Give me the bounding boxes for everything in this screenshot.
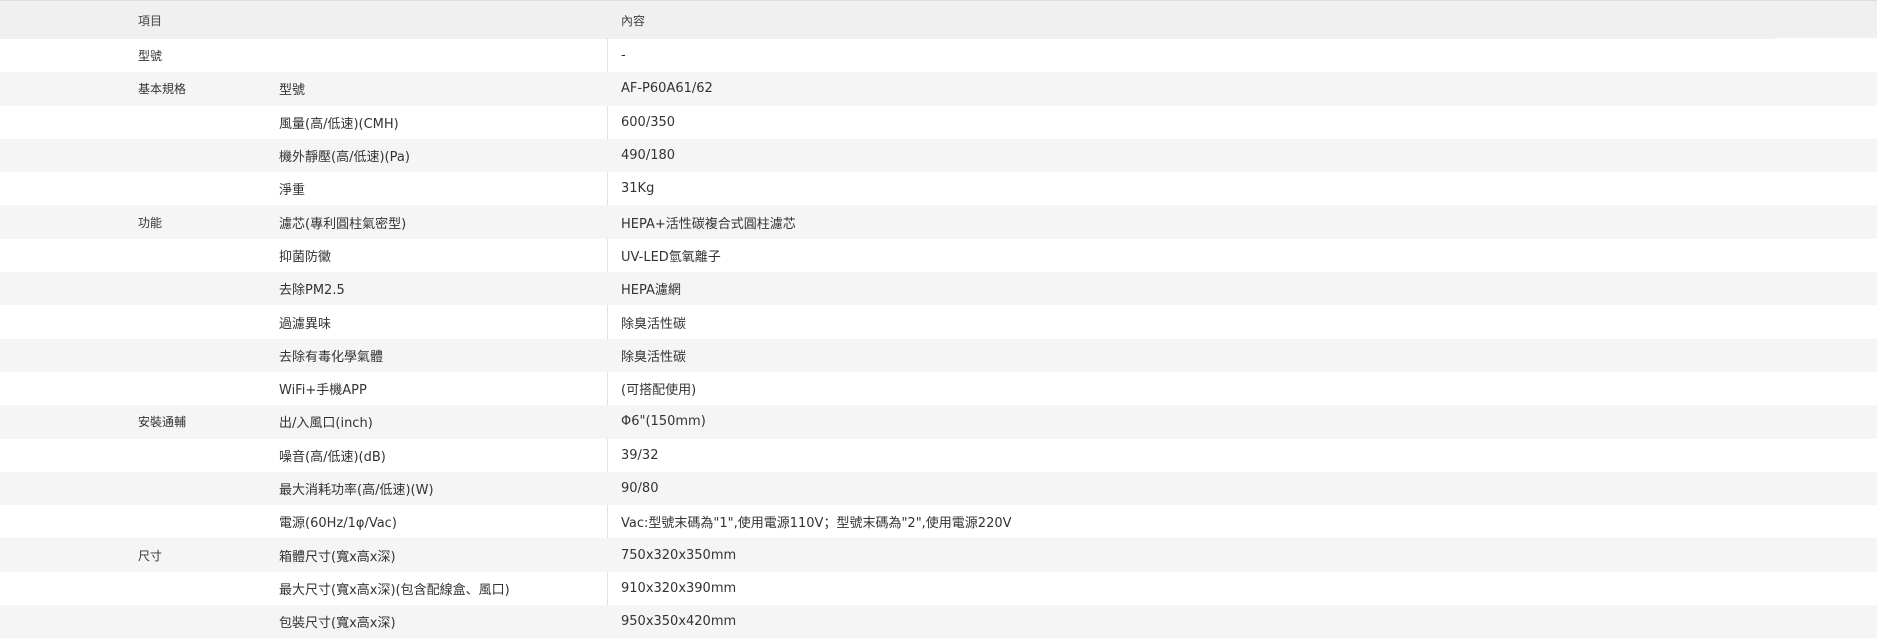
table-row: 去除PM2.5 HEPA濾網 <box>0 272 1877 306</box>
table-row: 風量(高/低速)(CMH) 600/350 <box>0 106 1877 139</box>
table-row: 最大尺寸(寬x高x深)(包含配線盒、風口) 910x320x390mm <box>0 572 1877 605</box>
table-row: 過濾異味 除臭活性碳 <box>0 305 1877 338</box>
row-value: 950x350x420mm <box>621 614 737 630</box>
table-row: 去除有毒化學氣體 除臭活性碳 <box>0 338 1877 372</box>
row-item: 機外靜壓(高/低速)(Pa) <box>279 150 410 166</box>
row-value: 600/350 <box>621 114 676 130</box>
header-item: 項目 <box>138 13 163 28</box>
row-item: 淨重 <box>279 183 306 199</box>
row-value: Φ6"(150mm) <box>621 414 706 430</box>
table-row: 基本規格 型號 AF-P60A61/62 <box>0 72 1877 106</box>
table-row: 功能 濾芯(專利圓柱氣密型) HEPA+活性碳複合式圓柱濾芯 <box>0 205 1877 239</box>
row-value: 910x320x390mm <box>621 580 737 596</box>
row-value: 90/80 <box>621 481 659 496</box>
row-category: 型號 <box>138 49 163 64</box>
row-value: - <box>621 48 626 64</box>
row-item: 箱體尺寸(寬x高x深) <box>279 549 396 565</box>
row-item: 過濾異味 <box>279 316 332 332</box>
table-row: 噪音(高/低速)(dB) 39/32 <box>0 439 1877 472</box>
row-value: 除臭活性碳 <box>621 316 687 332</box>
row-value: 490/180 <box>621 148 676 164</box>
table-row: 抑菌防黴 UV-LED氫氧離子 <box>0 239 1877 272</box>
table-row: 尺寸 箱體尺寸(寬x高x深) 750x320x350mm <box>0 538 1877 572</box>
row-item: 最大消耗功率(高/低速)(W) <box>279 483 434 498</box>
row-value: (可搭配使用) <box>621 383 697 399</box>
row-item: 抑菌防黴 <box>279 249 332 265</box>
row-item: 濾芯(專利圓柱氣密型) <box>279 216 407 232</box>
spec-table: 項目 內容 型號 - 基本規格 型號 AF-P60A61/62 風量(高/低速)(CMH)… <box>0 0 1877 638</box>
row-value: 除臭活性碳 <box>621 349 687 365</box>
row-item: 噪音(高/低速)(dB) <box>279 449 386 465</box>
table-row: WiFi+手機APP (可搭配使用) <box>0 372 1877 405</box>
row-category: 功能 <box>138 215 163 230</box>
row-item: 電源(60Hz/1φ/Vac) <box>279 516 397 532</box>
header-content: 內容 <box>621 13 646 28</box>
row-value: Vac:型號末碼為"1",使用電源110V；型號末碼為"2",使用電源220V <box>621 516 1012 532</box>
table-body: 型號 - 基本規格 型號 AF-P60A61/62 風量(高/低速)(CMH) 600/35… <box>0 39 1877 638</box>
row-value: HEPA+活性碳複合式圓柱濾芯 <box>621 216 796 232</box>
table-row: 型號 - <box>0 39 1877 72</box>
row-item: 型號 <box>279 83 306 99</box>
row-item: 風量(高/低速)(CMH) <box>279 116 399 132</box>
row-value: 39/32 <box>621 447 659 463</box>
table-row: 淨重 31Kg <box>0 172 1877 205</box>
table-row: 包裝尺寸(寬x高x深) 950x350x420mm <box>0 605 1877 638</box>
row-category: 安裝通輔 <box>138 415 187 430</box>
row-value: UV-LED氫氧離子 <box>621 249 721 265</box>
table-row: 機外靜壓(高/低速)(Pa) 490/180 <box>0 138 1877 173</box>
row-item: WiFi+手機APP <box>279 383 367 399</box>
table-row: 安裝通輔 出/入風口(inch) Φ6"(150mm) <box>0 405 1877 439</box>
table-row: 電源(60Hz/1φ/Vac) Vac:型號末碼為"1",使用電源110V；型號末… <box>0 505 1877 538</box>
table-row: 最大消耗功率(高/低速)(W) 90/80 <box>0 471 1877 506</box>
row-item: 出/入風口(inch) <box>279 416 373 432</box>
row-value: 750x320x350mm <box>621 547 737 563</box>
row-category: 基本規格 <box>138 82 187 97</box>
row-item: 包裝尺寸(寬x高x深) <box>279 616 396 632</box>
row-category: 尺寸 <box>138 548 163 563</box>
row-item: 去除有毒化學氣體 <box>279 349 384 365</box>
row-item: 去除PM2.5 <box>279 283 345 299</box>
row-item: 最大尺寸(寬x高x深)(包含配線盒、風口) <box>279 582 510 598</box>
table-header: 項目 內容 <box>0 0 1877 39</box>
row-value: AF-P60A61/62 <box>621 81 713 97</box>
row-value: 31Kg <box>621 181 655 197</box>
row-value: HEPA濾網 <box>621 283 681 299</box>
